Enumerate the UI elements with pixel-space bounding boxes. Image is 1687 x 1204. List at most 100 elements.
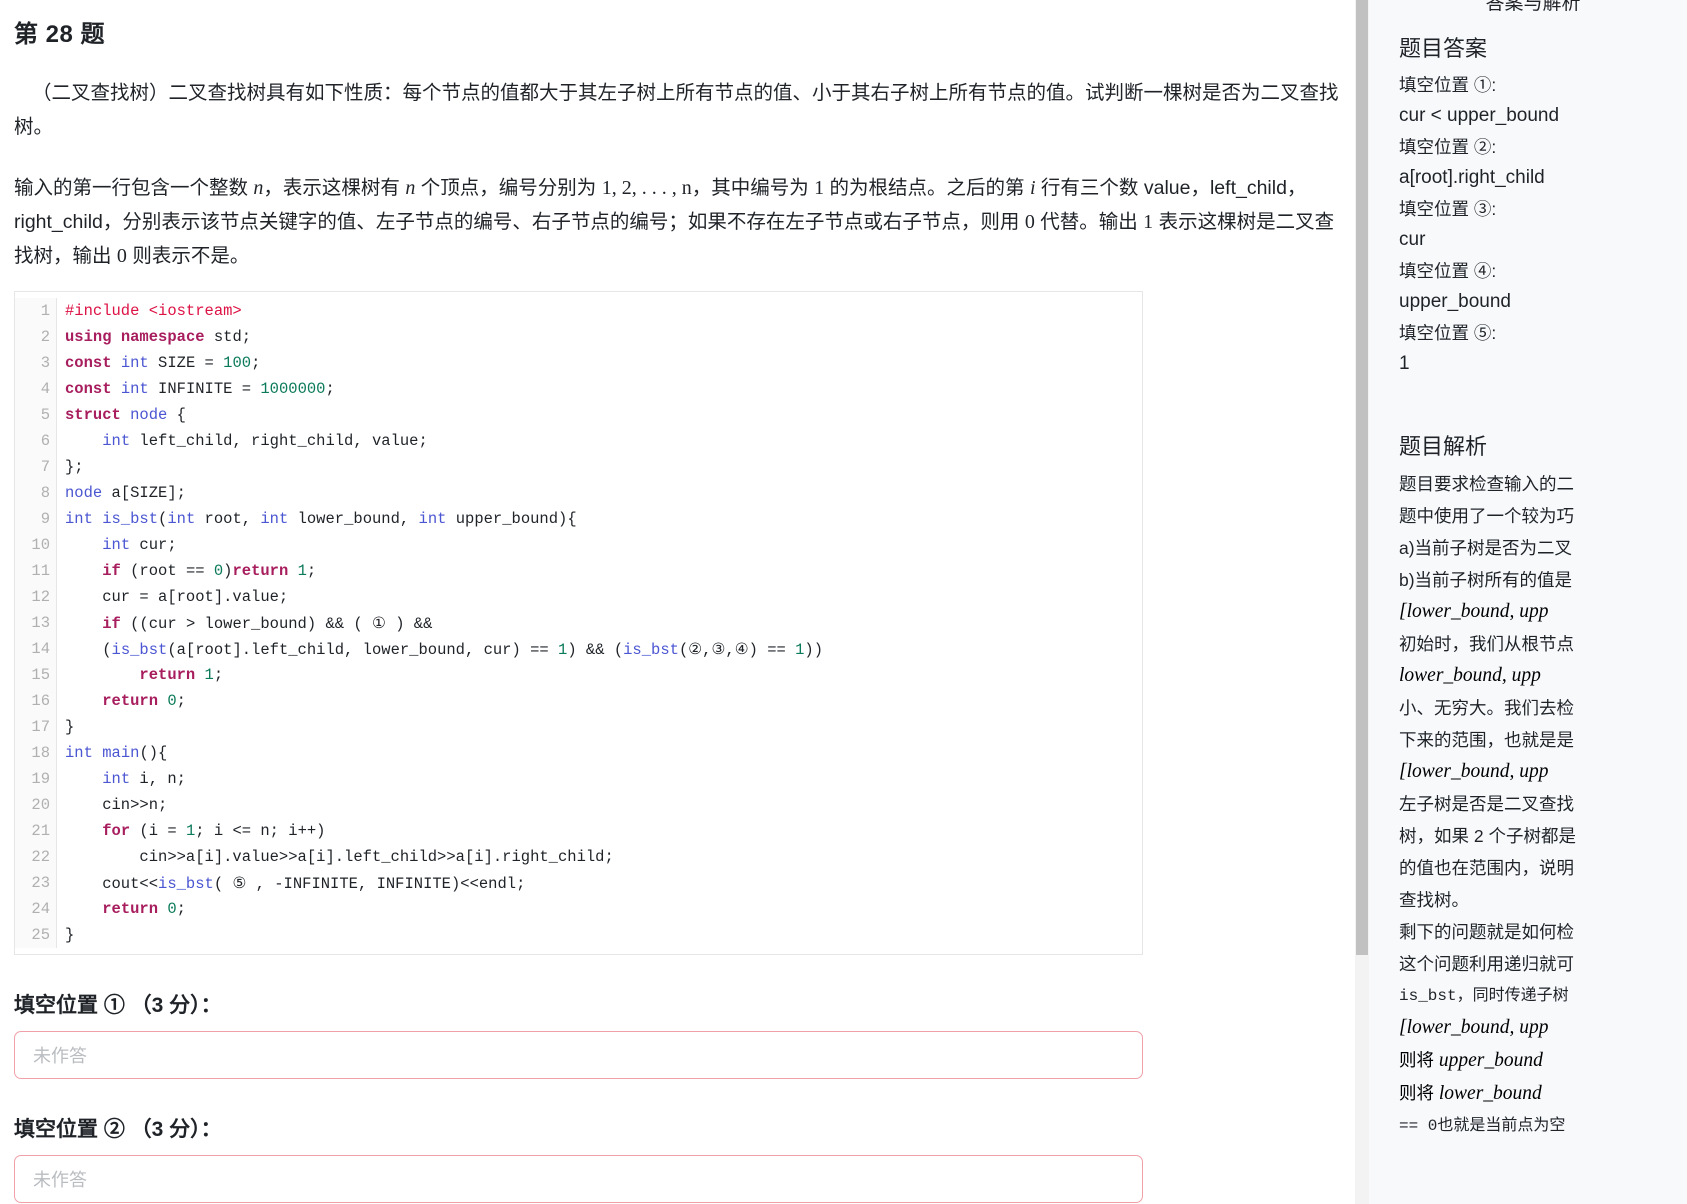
math-n-2: n: [405, 177, 416, 199]
question-statement-text: （二叉查找树）二叉查找树具有如下性质：每个节点的值都大于其左子树上所有节点的值、…: [14, 82, 1339, 138]
code-line-number: 22: [31, 848, 50, 866]
answer-value: upper_bound: [1399, 291, 1511, 312]
code-line: struct node {: [65, 406, 186, 424]
question-input-format-paragraph: 输入的第一行包含一个整数 n，表示这棵树有 n 个顶点，编号分别为 1, 2, …: [14, 171, 1341, 273]
answer-value: cur < upper_bound: [1399, 105, 1560, 126]
answers-heading: 题目答案: [1399, 36, 1488, 61]
analysis-body: 题目要求检查输入的二 题中使用了一个较为巧 a)当前子树是否为二叉 b)当前子树所有的…: [1399, 468, 1687, 1142]
code-line: }: [65, 718, 75, 736]
sidebar-scrollbar-track[interactable]: [1355, 0, 1369, 1204]
code-line-number: 2: [40, 328, 50, 346]
analysis-text-line: 树，如果 2 个子树都是: [1399, 826, 1576, 846]
code-line: cin>>n;: [65, 796, 168, 814]
analysis-text-line: 的值也在范围内，说明: [1399, 858, 1574, 878]
code-line-number: 14: [31, 640, 50, 658]
code-line-number: 18: [31, 744, 50, 762]
analysis-math-line: lower_bound, upp: [1399, 665, 1541, 686]
code-line: node a[SIZE];: [65, 484, 186, 502]
blank-2-input[interactable]: 未作答: [14, 1155, 1143, 1203]
answer-value: 1: [1399, 353, 1410, 374]
code-line: int main(){: [65, 744, 168, 762]
code-line-number: 7: [40, 458, 50, 476]
code-line-number: 5: [40, 406, 50, 424]
analysis-code-line: is_bst，同时传递子树: [1399, 987, 1569, 1005]
panel-title: 答案与解析: [1485, 0, 1581, 14]
analysis-heading: 题目解析: [1399, 434, 1488, 459]
code-line: if (root == 0)return 1;: [102, 562, 317, 580]
answer-label: 填空位置 ②:: [1399, 137, 1497, 157]
answer-label: 填空位置 ③:: [1399, 199, 1497, 219]
page-root: 第 28 题 （二叉查找树）二叉查找树具有如下性质：每个节点的值都大于其左子树上…: [0, 0, 1687, 1204]
code-line: return 0;: [102, 692, 186, 710]
answers-list: 填空位置 ①: cur < upper_bound 填空位置 ②: a[root].r…: [1399, 70, 1687, 380]
code-line: return 0;: [102, 900, 186, 918]
answer-value: a[root].right_child: [1399, 167, 1545, 188]
code-content: #include <iostream> using namespace std; c…: [57, 298, 1142, 948]
analysis-mixed-line: 则将 lower_bound: [1399, 1083, 1542, 1104]
code-line-number: 12: [31, 588, 50, 606]
code-line-number: 8: [40, 484, 50, 502]
math-one-2: 1: [1143, 211, 1154, 233]
analysis-text-line: a)当前子树是否为二叉: [1399, 538, 1573, 558]
sidebar-scrollbar-thumb[interactable]: [1356, 0, 1368, 955]
code-line: int left_child, right_child, value;: [102, 432, 428, 450]
io-text-c: 个顶点，编号分别为: [415, 177, 602, 199]
answer-analysis-content: 答案与解析 题目答案 填空位置 ①: cur < upper_bound 填空位置 …: [1369, 0, 1687, 1204]
code-line-number: 13: [31, 614, 50, 632]
code-line-number: 11: [31, 562, 50, 580]
code-line: };: [65, 458, 84, 476]
analysis-text-line: 初始时，我们从根节点: [1399, 634, 1574, 654]
code-line-number: 10: [31, 536, 50, 554]
code-block: 1 2 3 4 5 6 7 8 9 10 11 12 13 14 15 16 17 18 19 20 21 22 23 24 2…: [14, 291, 1143, 955]
code-line-number: 4: [40, 380, 50, 398]
code-line-number: 21: [31, 822, 50, 840]
code-line: int cur;: [102, 536, 177, 554]
analysis-text-line: 左子树是否是二叉查找: [1399, 794, 1574, 814]
code-line-number: 9: [40, 510, 50, 528]
math-sequence: 1, 2, . . . , n: [601, 177, 692, 199]
blank-1-placeholder: 未作答: [33, 1046, 87, 1066]
analysis-text-line: 剩下的问题就是如何检: [1399, 922, 1574, 942]
blank-2-label: 填空位置 ② （3 分）：: [14, 1118, 222, 1141]
code-line-number: 23: [31, 874, 50, 892]
analysis-code-line: == 0也就是当前点为空: [1399, 1117, 1566, 1135]
code-line-number: 6: [40, 432, 50, 450]
code-line: #include <iostream>: [65, 302, 242, 320]
code-line: int is_bst(int root, int lower_bound, in…: [65, 510, 577, 528]
analysis-text-line: 查找树。: [1399, 890, 1469, 910]
code-line-number: 1: [40, 302, 50, 320]
analysis-math-line: [lower_bound, upp: [1399, 1017, 1549, 1038]
code-line: const int INFINITE = 1000000;: [65, 380, 335, 398]
code-line: cout<<is_bst( ⑤ , -INFINITE, INFINITE)<<…: [65, 874, 526, 893]
code-line: }: [65, 926, 75, 944]
analysis-text-line: 小、无穷大。我们去检: [1399, 698, 1574, 718]
code-line-number: 19: [31, 770, 50, 788]
math-n-1: n: [253, 177, 264, 199]
analysis-text-line: b)当前子树所有的值是: [1399, 570, 1573, 590]
code-line: const int SIZE = 100;: [65, 354, 261, 372]
code-line-number: 3: [40, 354, 50, 372]
code-line-number: 17: [31, 718, 50, 736]
io-text-i: 则表示不是。: [126, 245, 250, 267]
io-text-d: ，其中编号为: [691, 177, 815, 199]
code-line-numbers: 1 2 3 4 5 6 7 8 9 10 11 12 13 14 15 16 17 18 19 20 21 22 23 24 2…: [15, 298, 57, 948]
code-line: int i, n;: [102, 770, 186, 788]
code-line: cur = a[root].value;: [65, 588, 289, 606]
code-line: return 1;: [139, 666, 224, 684]
io-text-g: 代替。输出: [1034, 211, 1144, 233]
code-line-number: 20: [31, 796, 50, 814]
code-line: for (i = 1; i <= n; i++): [102, 822, 326, 840]
blank-1-input[interactable]: 未作答: [14, 1031, 1143, 1079]
analysis-text-line: 题目要求检查输入的二: [1399, 474, 1574, 494]
code-line-number: 25: [31, 926, 50, 944]
code-line-number: 15: [31, 666, 50, 684]
code-line-number: 24: [31, 900, 50, 918]
question-statement-paragraph: （二叉查找树）二叉查找树具有如下性质：每个节点的值都大于其左子树上所有节点的值、…: [14, 76, 1341, 144]
math-one-1: 1: [814, 177, 825, 199]
io-text-e: 的为根结点。之后的第: [824, 177, 1030, 199]
answer-analysis-panel: 答案与解析 题目答案 填空位置 ①: cur < upper_bound 填空位置 …: [1355, 0, 1687, 1204]
blank-2-placeholder: 未作答: [33, 1170, 87, 1190]
code-line-number: 16: [31, 692, 50, 710]
page-title: 第 28 题: [14, 21, 106, 48]
